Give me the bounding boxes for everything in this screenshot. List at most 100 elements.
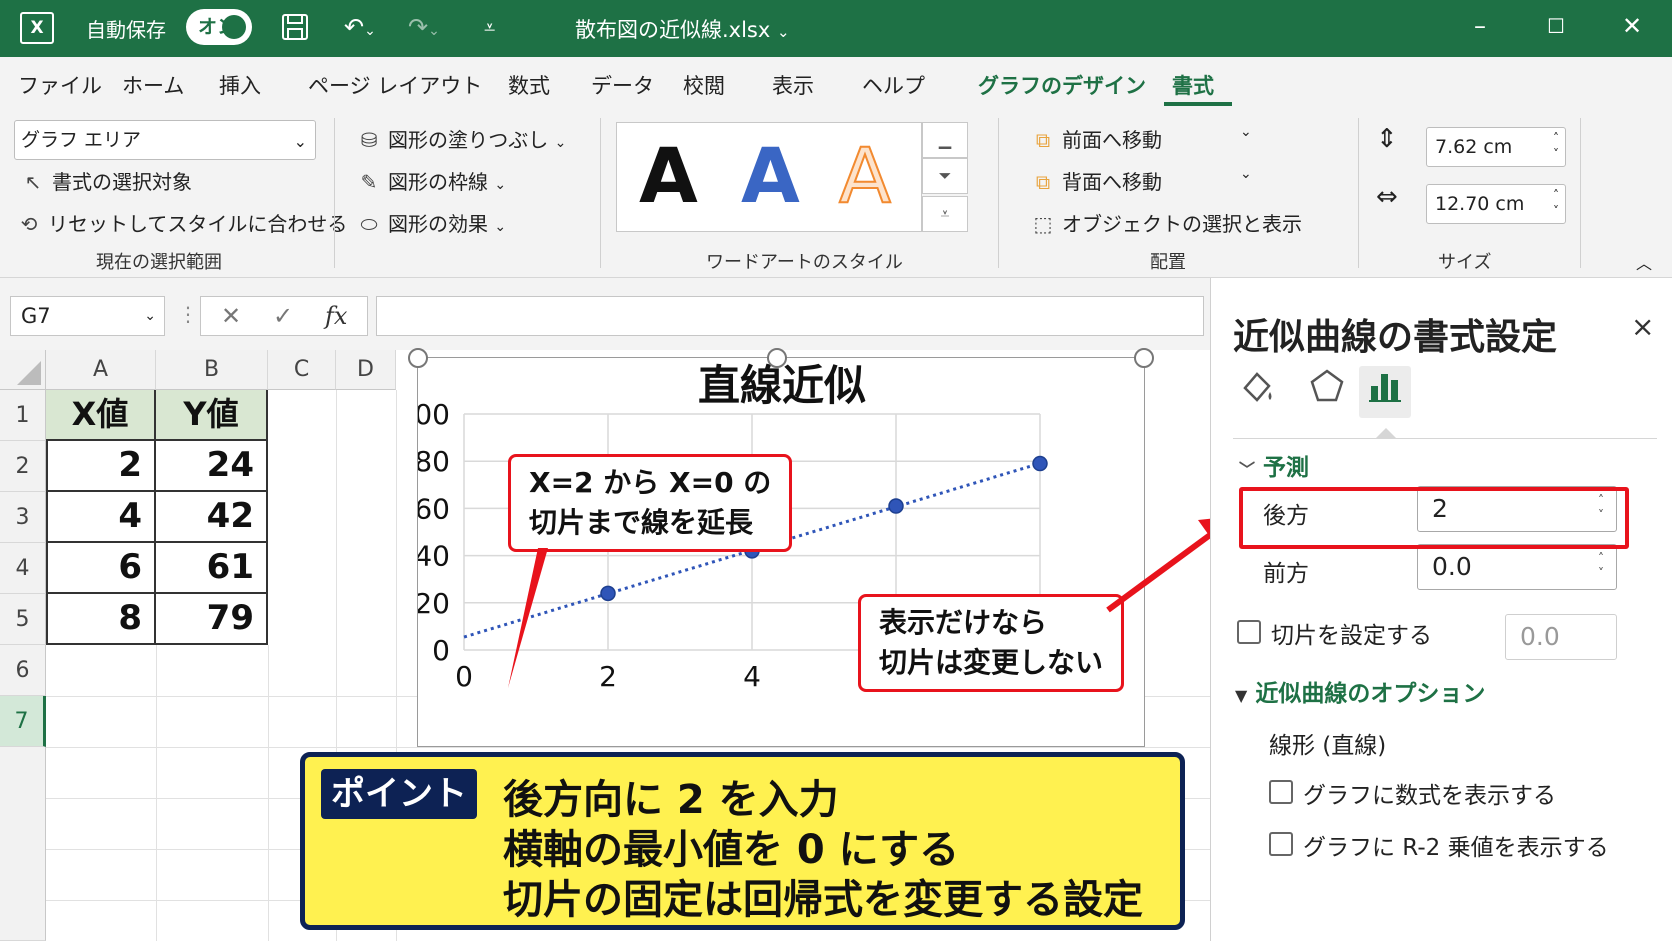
show-r2-label: グラフに R-2 乗値を表示する xyxy=(1303,835,1609,861)
set-intercept-checkbox[interactable] xyxy=(1237,620,1261,644)
wordart-style-3[interactable]: A xyxy=(838,130,892,221)
column-header-d[interactable]: D xyxy=(336,350,396,390)
height-input[interactable]: 7.62 cm ˄ ˅ xyxy=(1426,127,1566,167)
bring-forward-button[interactable]: ⧉ 前面へ移動 ⌄ xyxy=(1030,124,1252,153)
callout-line: 表示だけなら xyxy=(879,606,1048,639)
reset-style-button[interactable]: ⟲ リセットしてスタイルに合わせる xyxy=(16,208,348,237)
close-icon[interactable]: × xyxy=(1631,310,1654,343)
callout-line: 切片まで線を延長 xyxy=(529,506,754,539)
row-header-3[interactable]: 3 xyxy=(0,492,46,543)
selection-pane-icon: ⬚ xyxy=(1033,212,1053,236)
wordart-style-1[interactable]: A xyxy=(639,131,698,221)
column-header-c[interactable]: C xyxy=(268,350,336,390)
minimize-icon[interactable]: – xyxy=(1474,10,1486,42)
more-icon: ⋮ xyxy=(178,302,198,326)
customize-toolbar-icon[interactable]: ⩡ xyxy=(484,12,495,42)
fill-line-icon[interactable] xyxy=(1231,366,1283,418)
enter-icon[interactable]: ✓ xyxy=(273,297,293,335)
row-header-6[interactable]: 6 xyxy=(0,645,46,696)
row-header-5[interactable]: 5 xyxy=(0,594,46,645)
tab-help[interactable]: ヘルプ xyxy=(862,70,925,100)
row-header-2[interactable]: 2 xyxy=(0,441,46,492)
resize-handle[interactable] xyxy=(1134,348,1154,368)
select-all-corner[interactable] xyxy=(0,350,46,390)
table-cell[interactable]: 79 xyxy=(156,594,268,645)
title-bar: X 自動保存 オン ↶⌄ ↷⌄ ⩡ 散布図の近似線.xlsx ⌄ – ☐ ✕ xyxy=(0,0,1672,57)
point-line-3: 切片の固定は回帰式を変更する設定 xyxy=(503,877,1143,923)
height-icon: ⇕ xyxy=(1376,124,1398,154)
table-header-x[interactable]: X値 xyxy=(46,390,156,441)
table-cell[interactable]: 8 xyxy=(46,594,156,645)
table-cell[interactable]: 4 xyxy=(46,492,156,543)
table-cell[interactable]: 42 xyxy=(156,492,268,543)
tab-page-layout[interactable]: ページ レイアウト xyxy=(308,70,482,100)
resize-handle[interactable] xyxy=(408,348,428,368)
table-cell[interactable]: 2 xyxy=(46,441,156,492)
tab-home[interactable]: ホーム xyxy=(122,70,184,100)
formula-buttons: ✕ ✓ fx xyxy=(200,296,368,336)
tab-format[interactable]: 書式 xyxy=(1172,70,1214,100)
send-backward-button[interactable]: ⧉ 背面へ移動 ⌄ xyxy=(1030,166,1252,195)
row-header-7[interactable]: 7 xyxy=(0,696,46,747)
file-name[interactable]: 散布図の近似線.xlsx ⌄ xyxy=(575,14,790,44)
gallery-scroll-up[interactable]: ▁ xyxy=(922,122,968,158)
undo-icon[interactable]: ↶⌄ xyxy=(344,12,376,46)
row-header-1[interactable]: 1 xyxy=(0,390,46,441)
intercept-input[interactable]: 0.0 xyxy=(1505,614,1617,660)
gallery-more[interactable]: ⩡ xyxy=(922,196,968,232)
active-tab-underline xyxy=(1164,102,1232,106)
forward-input[interactable]: 0.0 ˄ ˅ xyxy=(1417,544,1617,590)
table-header-y[interactable]: Y値 xyxy=(156,390,268,441)
collapse-ribbon-icon[interactable]: ︿ xyxy=(1636,250,1652,274)
shape-outline-button[interactable]: ✎ 図形の枠線 ⌄ xyxy=(356,166,506,195)
tab-data[interactable]: データ xyxy=(591,70,654,100)
close-window-icon[interactable]: ✕ xyxy=(1622,10,1642,42)
tab-chart-design[interactable]: グラフのデザイン xyxy=(978,70,1146,100)
cancel-icon[interactable]: ✕ xyxy=(221,297,241,335)
spinner-icon[interactable]: ˄ ˅ xyxy=(1553,187,1559,219)
effects-icon[interactable] xyxy=(1301,366,1353,418)
selection-pane-button[interactable]: ⬚ オブジェクトの選択と表示 xyxy=(1030,208,1302,237)
name-box[interactable]: G7 ⌄ xyxy=(10,296,165,336)
row-header-4[interactable]: 4 xyxy=(0,543,46,594)
width-input[interactable]: 12.70 cm ˄ ˅ xyxy=(1426,184,1566,224)
send-backward-icon: ⧉ xyxy=(1035,170,1051,194)
chart-element-combo[interactable]: グラフ エリア ⌄ xyxy=(14,120,316,160)
callout-extend-line: X=2 から X=0 の 切片まで線を延長 xyxy=(508,454,793,552)
column-header-a[interactable]: A xyxy=(46,350,156,390)
redo-icon[interactable]: ↷⌄ xyxy=(408,12,440,46)
data-point xyxy=(1032,455,1048,472)
table-cell[interactable]: 6 xyxy=(46,543,156,594)
forecast-section[interactable]: ﹀ 予測 xyxy=(1239,448,1309,482)
insert-function-icon[interactable]: fx xyxy=(325,297,347,335)
spinner-icon[interactable]: ˄ ˅ xyxy=(1598,551,1604,581)
autosave-toggle[interactable]: オン xyxy=(186,9,252,45)
maximize-icon[interactable]: ☐ xyxy=(1547,10,1565,42)
cursor-icon: ↖ xyxy=(24,170,42,194)
table-cell[interactable]: 61 xyxy=(156,543,268,594)
table-cell[interactable]: 24 xyxy=(156,441,268,492)
tab-review[interactable]: 校閲 xyxy=(683,70,725,100)
wordart-gallery[interactable]: A A A xyxy=(616,122,922,232)
tab-file[interactable]: ファイル xyxy=(18,70,102,100)
wordart-style-2[interactable]: A xyxy=(741,131,800,221)
shape-fill-button[interactable]: ⛁ 図形の塗りつぶし ⌄ xyxy=(356,124,567,153)
show-equation-checkbox[interactable] xyxy=(1269,780,1293,804)
y-tick-label: 80 xyxy=(418,445,450,478)
format-selection-button[interactable]: ↖ 書式の選択対象 xyxy=(20,166,192,195)
shape-effects-button[interactable]: ⬭ 図形の効果 ⌄ xyxy=(356,208,506,237)
spinner-icon[interactable]: ˄ ˅ xyxy=(1553,130,1559,162)
tab-view[interactable]: 表示 xyxy=(772,70,814,100)
resize-handle[interactable] xyxy=(767,348,787,368)
gallery-scroll-down[interactable]: ⏷ xyxy=(922,158,968,194)
group-label-arrange: 配置 xyxy=(1150,252,1186,273)
save-icon[interactable] xyxy=(280,12,310,49)
chevron-icon: ﹀ xyxy=(1239,460,1256,479)
tab-formulas[interactable]: 数式 xyxy=(508,70,550,100)
trendline-options-icon[interactable] xyxy=(1359,366,1411,418)
column-header-b[interactable]: B xyxy=(156,350,268,390)
show-r2-checkbox[interactable] xyxy=(1269,832,1293,856)
tab-insert[interactable]: 挿入 xyxy=(219,70,261,100)
trendline-options-section[interactable]: ▼ 近似曲線のオプション xyxy=(1235,674,1485,708)
formula-input[interactable] xyxy=(376,296,1204,336)
